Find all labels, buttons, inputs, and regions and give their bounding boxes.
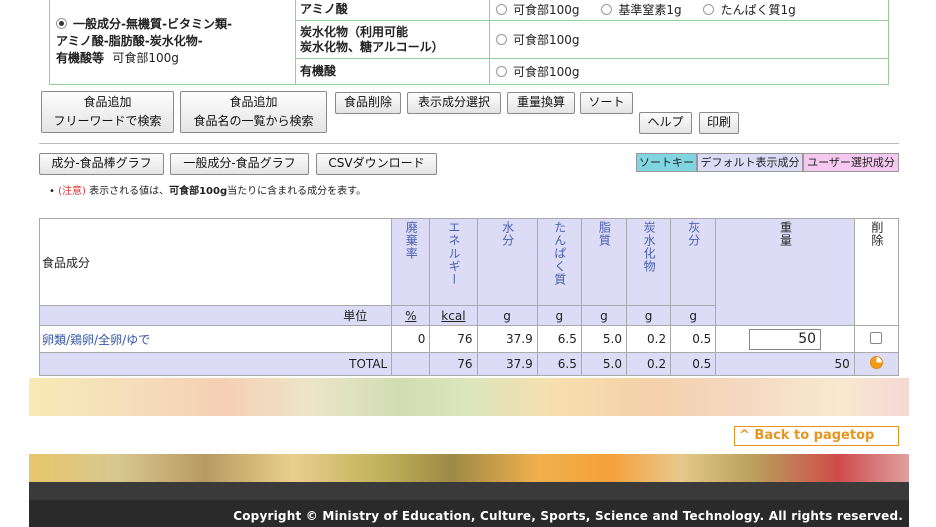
total-weight: 50	[715, 352, 855, 376]
copyright-text: Copyright © Ministry of Education, Cultu…	[233, 509, 903, 523]
unit-cell: %	[391, 305, 431, 326]
print-button[interactable]: 印刷	[699, 112, 739, 134]
total-cell: 76	[429, 352, 478, 376]
divider	[39, 143, 899, 144]
header-protein[interactable]: たんぱく質	[536, 218, 582, 306]
amino-acid-label: アミノ酸	[295, 0, 490, 21]
legend-sort-key: ソートキー	[636, 153, 697, 172]
organic-acid-options: 可食部100g	[489, 58, 889, 85]
unit-cell: g	[580, 305, 628, 326]
pie-chart-cell	[853, 352, 900, 376]
legend-default-components: デフォルト表示成分	[697, 153, 803, 172]
unit-label: 単位	[38, 305, 393, 326]
weight-input[interactable]: 50	[749, 328, 822, 350]
total-cell: 0.5	[670, 352, 717, 376]
header-energy[interactable]: エネルギー	[429, 218, 478, 306]
csv-download-button[interactable]: CSVダウンロード	[316, 153, 437, 175]
header-ash[interactable]: 灰分	[670, 218, 717, 306]
display-options-table: 一般成分-無機質-ビタミン類- アミノ酸-脂肪酸-炭水化物- 有機酸等 可食部1…	[49, 0, 889, 85]
add-food-freeword-button[interactable]: 食品追加 フリーワードで検索	[41, 91, 174, 133]
amino-radio-nitrogen[interactable]: 基準窒素1g	[601, 3, 682, 17]
value-cell: 0	[391, 325, 431, 353]
radio-icon[interactable]	[496, 66, 507, 77]
fruit-banner-image	[29, 454, 909, 482]
radio-icon[interactable]	[496, 4, 507, 15]
select-components-button[interactable]: 表示成分選択	[407, 92, 501, 114]
legend-user-components: ユーザー選択成分	[803, 153, 899, 172]
total-row: TOTAL 76 37.9 6.5 5.0 0.2 0.5 50	[38, 352, 900, 376]
amino-acid-options: 可食部100g 基準窒素1g たんぱく質1g	[489, 0, 889, 21]
option-label: 有機酸等	[56, 51, 105, 65]
option-unit: 可食部100g	[112, 51, 179, 65]
value-cell: 0.5	[670, 325, 717, 353]
unit-cell: g	[670, 305, 717, 326]
header-weight: 重量	[715, 218, 855, 326]
value-cell: 5.0	[580, 325, 628, 353]
total-cell: 0.2	[625, 352, 672, 376]
option-label: 一般成分-無機質-ビタミン類-	[73, 17, 232, 31]
radio-icon[interactable]	[703, 4, 715, 15]
header-delete: 削除	[853, 218, 900, 326]
header-fat[interactable]: 脂質	[580, 218, 628, 306]
total-cell: 5.0	[580, 352, 628, 376]
food-name-link[interactable]: 卵類/鶏卵/全卵/ゆで	[38, 325, 393, 353]
option-label: アミノ酸-脂肪酸-炭水化物-	[56, 34, 203, 48]
general-component-graph-button[interactable]: 一般成分-食品グラフ	[170, 153, 309, 175]
unit-cell: kcal	[429, 305, 478, 326]
total-label: TOTAL	[38, 352, 393, 376]
amino-radio-protein[interactable]: たんぱく質1g	[703, 3, 796, 17]
delete-checkbox[interactable]	[870, 331, 883, 344]
organic-acid-label: 有機酸	[295, 58, 490, 85]
nutrient-table: 食品成分 廃棄率 エネルギー 水分 たんぱく質 脂質 炭水化物 灰分 重量 削除…	[38, 218, 900, 376]
unit-cell: g	[625, 305, 672, 326]
unit-cell: g	[536, 305, 582, 326]
sort-button[interactable]: ソート	[580, 92, 633, 114]
organic-radio-100g[interactable]: 可食部100g	[496, 65, 580, 79]
pie-chart-icon[interactable]	[869, 356, 883, 369]
help-button[interactable]: ヘルプ	[639, 112, 692, 134]
value-cell: 0.2	[625, 325, 672, 353]
delete-cell	[853, 325, 900, 353]
table-title: 食品成分	[38, 218, 393, 306]
header-waste-rate[interactable]: 廃棄率	[391, 218, 431, 306]
value-cell: 37.9	[476, 325, 538, 353]
radio-icon[interactable]	[601, 4, 613, 15]
total-cell: 37.9	[476, 352, 538, 376]
unit-cell: g	[476, 305, 538, 326]
carbohydrate-options: 可食部100g	[489, 20, 889, 59]
header-water[interactable]: 水分	[476, 218, 538, 306]
value-cell: 76	[429, 325, 478, 353]
general-components-option[interactable]: 一般成分-無機質-ビタミン類- アミノ酸-脂肪酸-炭水化物- 有機酸等 可食部1…	[49, 0, 296, 85]
header-carbohydrate[interactable]: 炭水化物	[625, 218, 672, 306]
amino-radio-100g[interactable]: 可食部100g	[496, 3, 580, 17]
carb-radio-100g[interactable]: 可食部100g	[496, 33, 580, 47]
fruit-banner-image	[29, 378, 909, 416]
delete-food-button[interactable]: 食品削除	[335, 92, 401, 114]
total-cell	[391, 352, 431, 376]
value-cell: 6.5	[536, 325, 582, 353]
total-cell: 6.5	[536, 352, 582, 376]
radio-selected-icon[interactable]	[56, 18, 67, 29]
back-to-pagetop-link[interactable]: ^ Back to pagetop	[734, 426, 899, 446]
add-food-list-button[interactable]: 食品追加 食品名の一覧から検索	[180, 91, 327, 133]
note-text: • (注意) 表示される値は、可食部100g当たりに含まれる成分を表す。	[49, 186, 367, 197]
weight-cell: 50	[715, 325, 855, 353]
radio-icon[interactable]	[496, 34, 507, 45]
weight-convert-button[interactable]: 重量換算	[507, 92, 575, 114]
component-bar-graph-button[interactable]: 成分-食品棒グラフ	[39, 153, 164, 175]
table-row: 卵類/鶏卵/全卵/ゆで 0 76 37.9 6.5 5.0 0.2 0.5 50	[38, 325, 900, 353]
footer: Copyright © Ministry of Education, Cultu…	[29, 482, 909, 527]
carbohydrate-label: 炭水化物（利用可能 炭水化物、糖アルコール）	[295, 20, 490, 59]
